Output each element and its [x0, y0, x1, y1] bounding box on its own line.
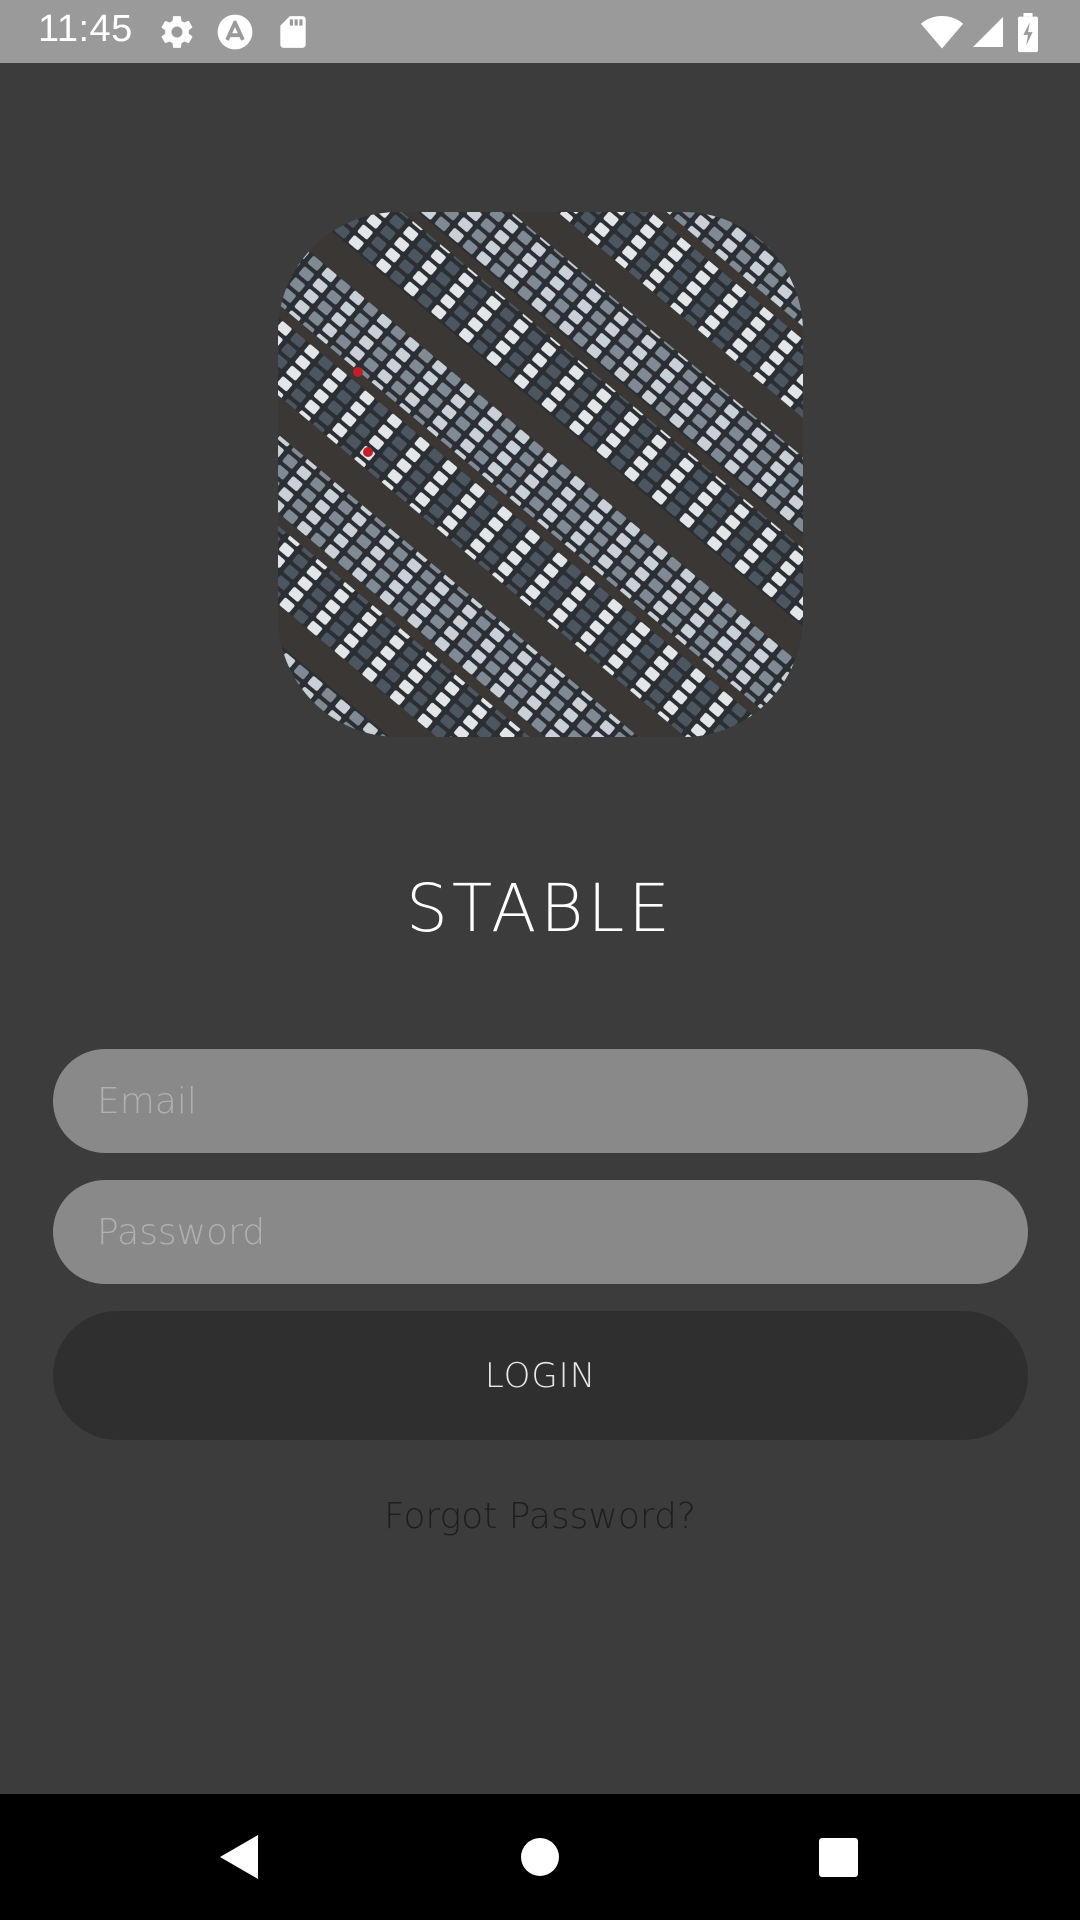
login-screen: 11:45 STABLE Email LOGIN Forgot Password…	[0, 0, 1080, 1920]
status-time: 11:45	[38, 8, 133, 50]
app-logo	[278, 212, 803, 737]
sd-card-icon	[274, 13, 312, 51]
signal-icon	[970, 13, 1008, 51]
recents-icon[interactable]	[808, 1827, 868, 1887]
app-title: STABLE	[406, 870, 674, 947]
autofill-icon	[216, 13, 254, 51]
back-icon[interactable]	[210, 1827, 270, 1887]
email-field[interactable]	[53, 1049, 1028, 1153]
home-icon[interactable]	[510, 1827, 570, 1887]
settings-icon	[158, 13, 196, 51]
forgot-password-link[interactable]: Forgot Password?	[0, 1496, 1080, 1537]
password-field[interactable]	[53, 1180, 1028, 1284]
battery-charging-icon	[1016, 13, 1040, 53]
login-button[interactable]: LOGIN	[53, 1311, 1028, 1440]
wifi-icon	[920, 13, 964, 51]
status-bar: 11:45	[0, 0, 1080, 63]
navigation-bar	[0, 1794, 1080, 1920]
